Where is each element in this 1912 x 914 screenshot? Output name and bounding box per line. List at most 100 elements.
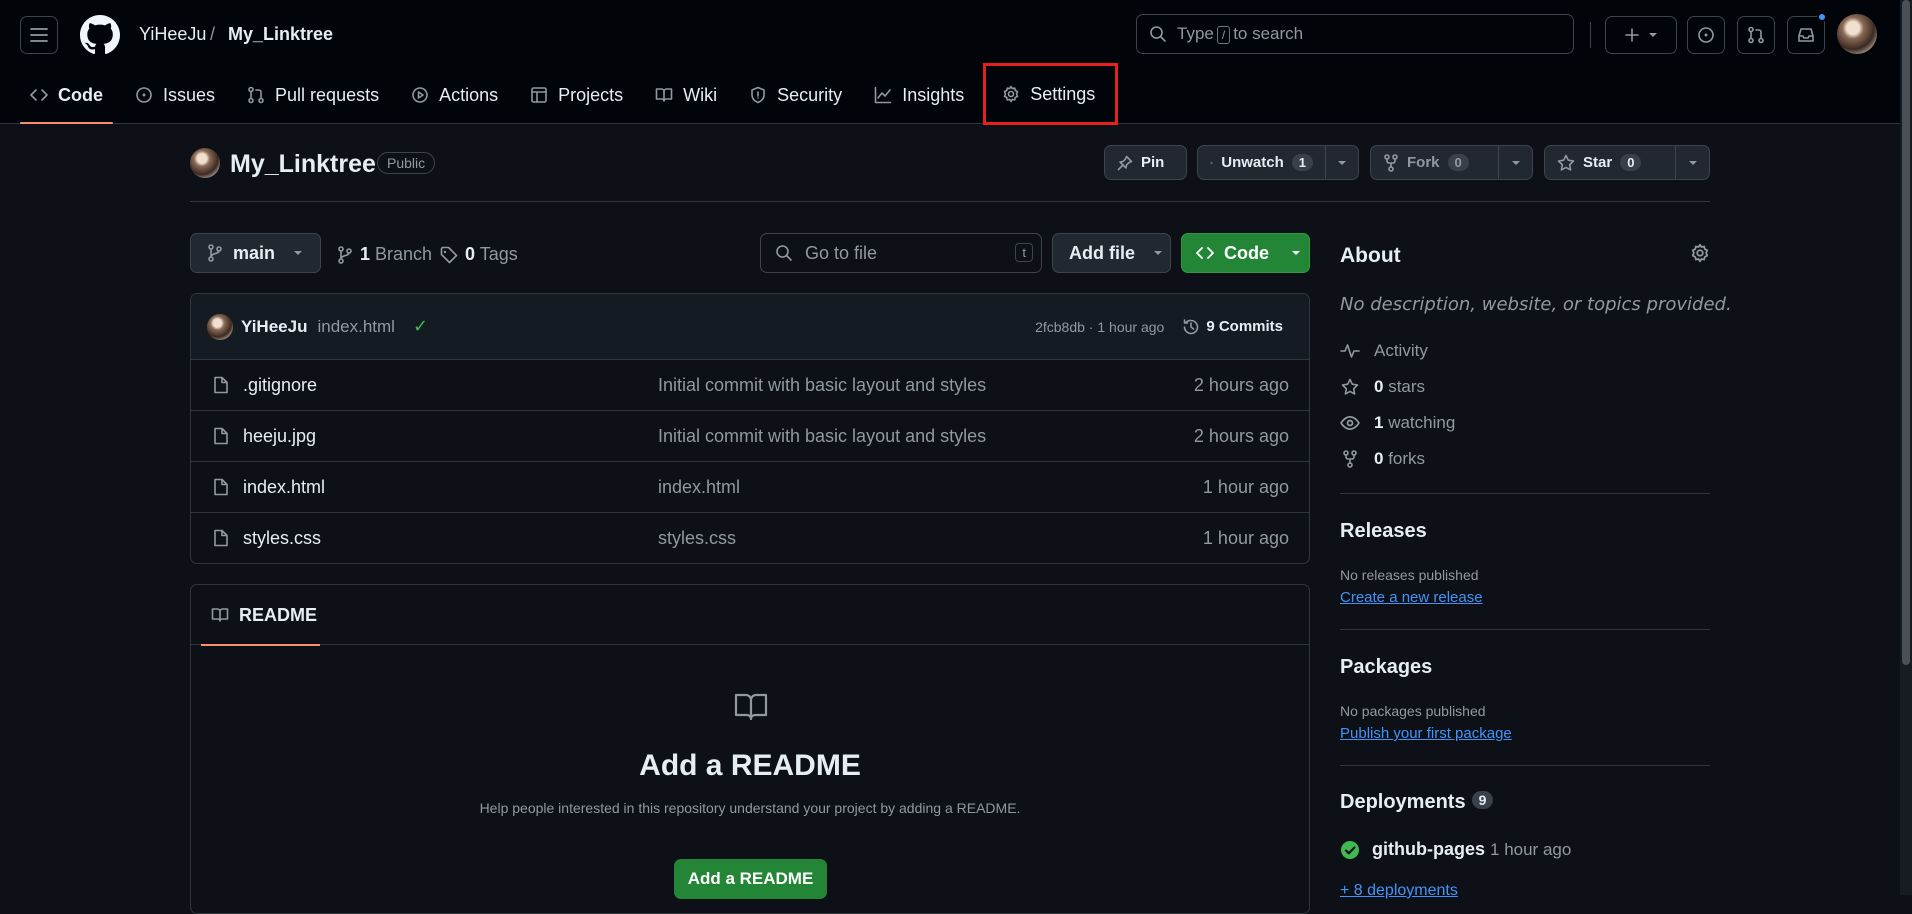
file-commit-message[interactable]: Initial commit with basic layout and sty…: [658, 375, 986, 396]
scrollbar-thumb[interactable]: [1902, 0, 1910, 665]
issues-button[interactable]: [1687, 16, 1725, 54]
tab-projects[interactable]: Projects: [520, 72, 633, 118]
forks-link[interactable]: 0 forks: [1340, 449, 1425, 469]
check-icon[interactable]: ✓: [413, 316, 428, 337]
hamburger-icon: [30, 28, 48, 42]
commits-link[interactable]: 9 Commits: [1182, 318, 1283, 336]
pull-requests-button[interactable]: [1737, 16, 1775, 54]
search-icon: [1150, 26, 1166, 42]
history-icon: [1184, 318, 1199, 334]
file-commit-age: 2 hours ago: [1193, 425, 1289, 446]
star-label: Star: [1583, 154, 1613, 171]
tags-link[interactable]: 0 Tags: [440, 244, 518, 265]
repo-owner-avatar[interactable]: [190, 148, 220, 178]
publish-package-link[interactable]: Publish your first package: [1340, 725, 1512, 742]
deployments-title[interactable]: Deployments 9: [1340, 791, 1494, 814]
file-icon: [214, 529, 228, 547]
file-name[interactable]: styles.css: [243, 528, 321, 549]
user-avatar[interactable]: [1837, 14, 1877, 54]
tab-issues[interactable]: Issues: [125, 72, 225, 118]
file-row: index.html index.html 1 hour ago: [191, 462, 1309, 513]
tab-pull-requests[interactable]: Pull requests: [237, 72, 389, 118]
packages-title[interactable]: Packages: [1340, 656, 1432, 679]
add-readme-button[interactable]: Add a README: [674, 859, 827, 899]
issue-icon: [1698, 27, 1714, 43]
watching-link[interactable]: 1 watching: [1340, 413, 1455, 433]
add-file-button[interactable]: Add file: [1052, 233, 1171, 273]
fork-dropdown[interactable]: [1498, 146, 1532, 179]
stars-link[interactable]: 0 stars: [1340, 377, 1425, 397]
gear-icon[interactable]: [1690, 243, 1710, 263]
file-commit-message[interactable]: index.html: [658, 477, 740, 498]
pin-button[interactable]: Pin: [1104, 145, 1187, 180]
watching-label: watching: [1388, 413, 1456, 432]
search-placeholder: Type / to search: [1177, 24, 1304, 44]
commit-meta: 2fcb8db · 1 hour ago 9 Commits: [1035, 318, 1283, 336]
file-name[interactable]: index.html: [243, 477, 325, 498]
file-name[interactable]: .gitignore: [243, 375, 317, 396]
pull-request-icon: [248, 86, 264, 104]
go-to-file-input[interactable]: Go to file t: [760, 233, 1042, 273]
forks-label: forks: [1388, 449, 1426, 468]
add-file-label: Add file: [1069, 242, 1135, 263]
tab-label: Wiki: [683, 84, 718, 105]
tab-security[interactable]: Security: [739, 72, 852, 118]
branches-link[interactable]: 1 Branch: [337, 244, 432, 265]
tab-label: Projects: [558, 84, 624, 105]
watching-count: 1: [1374, 413, 1384, 432]
star-dropdown[interactable]: [1675, 146, 1709, 179]
caret-down-icon: [1292, 251, 1300, 255]
activity-link[interactable]: Activity: [1340, 341, 1428, 361]
commit-author-avatar[interactable]: [207, 313, 233, 340]
tab-label: Pull requests: [275, 84, 380, 105]
create-release-link[interactable]: Create a new release: [1340, 589, 1483, 606]
file-commit-message[interactable]: styles.css: [658, 528, 736, 549]
tag-count: 0: [465, 244, 476, 264]
deployments-title-label: Deployments: [1340, 791, 1466, 813]
more-deployments-link[interactable]: + 8 deployments: [1340, 882, 1458, 900]
menu-button[interactable]: [20, 16, 58, 54]
unwatch-button[interactable]: Unwatch 1: [1197, 145, 1359, 180]
star-counter: 0: [1620, 154, 1642, 171]
commit-message[interactable]: index.html: [317, 317, 394, 337]
breadcrumb-repo[interactable]: My_Linktree: [228, 24, 333, 45]
releases-title[interactable]: Releases: [1340, 520, 1427, 543]
caret-down-icon: [1649, 33, 1657, 37]
tab-settings[interactable]: Settings: [983, 63, 1119, 125]
fork-button[interactable]: Fork 0: [1370, 145, 1533, 180]
eye-icon: [1340, 415, 1360, 430]
github-logo-icon[interactable]: [80, 15, 120, 55]
star-button[interactable]: Star 0: [1544, 145, 1710, 180]
commit-author[interactable]: YiHeeJu: [241, 317, 307, 337]
sidebar-divider: [1340, 493, 1710, 494]
create-new-button[interactable]: [1605, 16, 1677, 54]
tab-wiki[interactable]: Wiki: [645, 72, 727, 118]
tab-actions[interactable]: Actions: [401, 72, 508, 118]
readme-tabbar: README: [191, 585, 1309, 646]
fork-label: Fork: [1407, 154, 1440, 171]
unwatch-dropdown[interactable]: [1325, 146, 1358, 179]
deployments-count: 9: [1471, 791, 1494, 809]
branch-count-label: Branch: [375, 244, 433, 264]
inbox-button[interactable]: [1787, 12, 1827, 54]
branch-selector[interactable]: main: [190, 233, 321, 273]
tab-insights[interactable]: Insights: [864, 72, 974, 118]
readme-panel: README Add a README Help people interest…: [190, 584, 1310, 914]
breadcrumb-owner[interactable]: YiHeeJu: [139, 24, 206, 45]
deployment-item[interactable]: github-pages 1 hour ago: [1340, 839, 1571, 860]
readme-tab[interactable]: README: [201, 585, 320, 646]
search-input[interactable]: Type / to search: [1136, 14, 1574, 54]
code-dropdown-button[interactable]: Code: [1181, 233, 1310, 273]
code-icon: [1196, 247, 1214, 259]
file-name[interactable]: heeju.jpg: [243, 426, 316, 447]
deployment-name: github-pages: [1372, 839, 1485, 859]
commit-hash-time[interactable]: 2fcb8db · 1 hour ago: [1035, 319, 1164, 335]
tab-code[interactable]: Code: [20, 72, 113, 124]
file-commit-message[interactable]: Initial commit with basic layout and sty…: [658, 426, 986, 447]
branch-name: main: [233, 242, 276, 263]
branch-icon: [338, 245, 352, 264]
file-commit-age: 1 hour ago: [1202, 528, 1289, 548]
repo-title[interactable]: My_Linktree: [230, 150, 376, 179]
packages-empty-text: No packages published: [1340, 703, 1486, 719]
file-commit-age: 1 hour ago: [1202, 476, 1289, 497]
